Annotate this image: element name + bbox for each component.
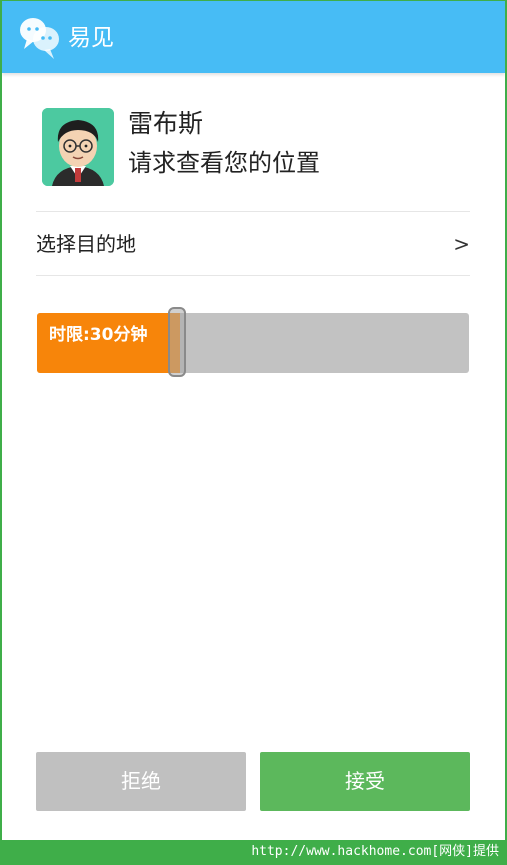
accept-button[interactable]: 接受 [260,752,470,811]
divider [36,211,470,212]
chevron-right-icon: > [453,232,470,256]
watermark-bar: http://www.hackhome.com[网侠]提供 [0,840,507,865]
location-request-card: 雷布斯 请求查看您的位置 [36,96,470,211]
watermark-text: http://www.hackhome.com[网侠]提供 [251,844,499,859]
destination-label: 选择目的地 [36,232,136,256]
app-header: 易见 [2,1,505,73]
time-limit-label: 时限:30分钟 [49,325,148,345]
app-title: 易见 [68,25,114,51]
avatar [42,108,114,186]
select-destination-row[interactable]: 选择目的地 > [36,213,470,275]
divider [36,275,470,276]
app-window: 易见 雷布斯 请求查看您的位置 选择目的地 > 时限:30分钟 拒绝 接受 [0,0,507,840]
avatar-cartoon-man-icon [42,108,114,186]
reject-button[interactable]: 拒绝 [36,752,246,811]
chat-bubbles-icon [20,18,59,59]
request-message: 请求查看您的位置 [128,149,320,177]
slider-thumb[interactable] [168,307,186,377]
time-limit-slider[interactable]: 时限:30分钟 [37,307,469,377]
requester-name: 雷布斯 [128,109,204,138]
